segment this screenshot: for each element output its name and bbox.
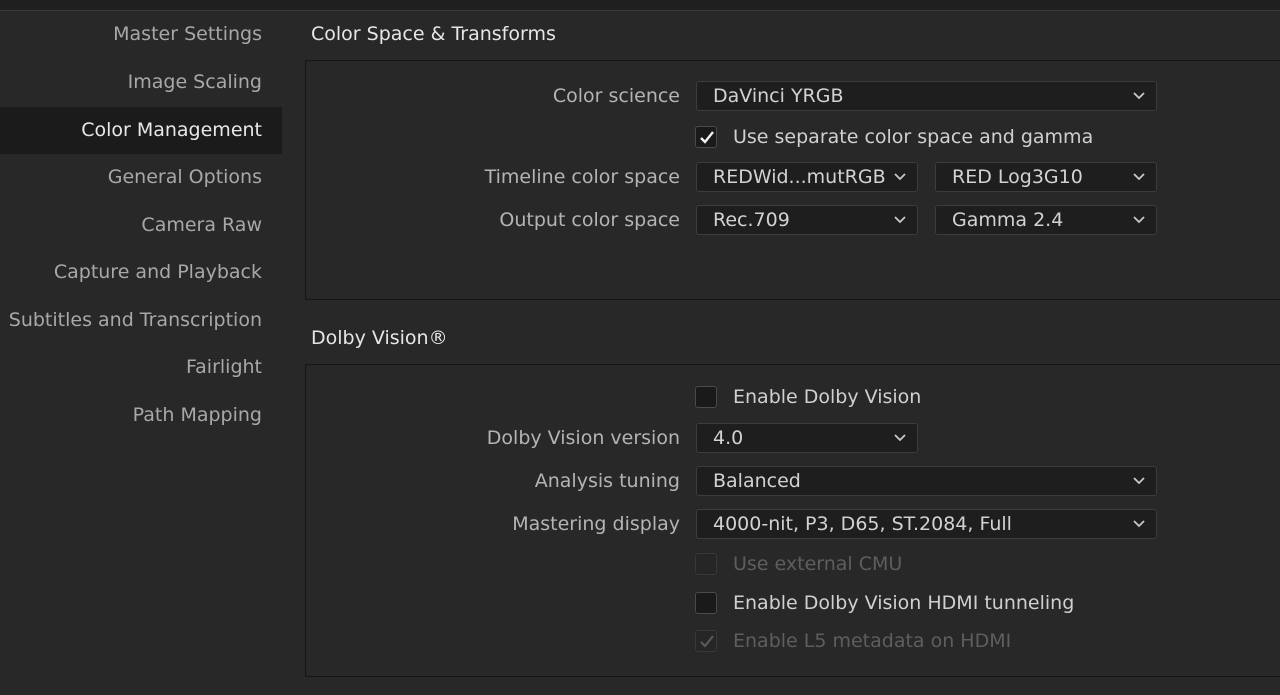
- color-science-label: Color science: [552, 85, 680, 107]
- output-color-space-dropdown[interactable]: Rec.709: [696, 205, 918, 235]
- separate-gamma-checkbox[interactable]: [695, 126, 717, 148]
- sidebar-item-general-options[interactable]: General Options: [0, 154, 282, 201]
- timeline-gamma-value: RED Log3G10: [952, 166, 1083, 188]
- chevron-down-icon: [1133, 520, 1145, 528]
- chevron-down-icon: [1133, 92, 1145, 100]
- output-color-space-label: Output color space: [499, 209, 680, 231]
- dolby-version-dropdown[interactable]: 4.0: [696, 423, 918, 453]
- sidebar-item-camera-raw[interactable]: Camera Raw: [0, 202, 282, 249]
- mastering-display-dropdown[interactable]: 4000-nit, P3, D65, ST.2084, Full: [696, 509, 1157, 539]
- dolby-version-value: 4.0: [713, 427, 744, 449]
- timeline-color-space-dropdown[interactable]: REDWid...mutRGB: [696, 162, 918, 192]
- chevron-down-icon: [894, 434, 906, 442]
- color-science-value: DaVinci YRGB: [713, 85, 844, 107]
- sidebar-item-color-management[interactable]: Color Management: [0, 107, 282, 154]
- section-title-dolby-vision: Dolby Vision®: [311, 327, 448, 349]
- output-gamma-value: Gamma 2.4: [952, 209, 1064, 231]
- chevron-down-icon: [1133, 216, 1145, 224]
- timeline-color-space-value: REDWid...mutRGB: [713, 166, 886, 188]
- enable-dolby-vision-checkbox[interactable]: [695, 386, 717, 408]
- l5-metadata-checkbox: [695, 630, 717, 652]
- color-science-dropdown[interactable]: DaVinci YRGB: [696, 81, 1157, 111]
- checkmark-icon: [700, 635, 714, 648]
- sidebar-item-path-mapping[interactable]: Path Mapping: [0, 392, 282, 439]
- sidebar-item-capture-and-playback[interactable]: Capture and Playback: [0, 249, 282, 296]
- checkmark-icon: [700, 131, 714, 144]
- l5-metadata-label: Enable L5 metadata on HDMI: [733, 630, 1012, 652]
- output-color-space-value: Rec.709: [713, 209, 790, 231]
- sidebar-item-master-settings[interactable]: Master Settings: [0, 11, 282, 58]
- chevron-down-icon: [1133, 173, 1145, 181]
- analysis-tuning-dropdown[interactable]: Balanced: [696, 466, 1157, 496]
- external-cmu-checkbox: [695, 553, 717, 575]
- analysis-tuning-label: Analysis tuning: [534, 470, 680, 492]
- sidebar-item-image-scaling[interactable]: Image Scaling: [0, 59, 282, 106]
- analysis-tuning-value: Balanced: [713, 470, 801, 492]
- dolby-version-label: Dolby Vision version: [486, 427, 680, 449]
- separate-gamma-label: Use separate color space and gamma: [733, 126, 1094, 148]
- sidebar: Master Settings Image Scaling Color Mana…: [0, 11, 282, 695]
- timeline-color-space-label: Timeline color space: [484, 166, 680, 188]
- sidebar-item-subtitles-and-transcription[interactable]: Subtitles and Transcription: [0, 297, 282, 344]
- chevron-down-icon: [894, 173, 906, 181]
- chevron-down-icon: [1133, 477, 1145, 485]
- timeline-gamma-dropdown[interactable]: RED Log3G10: [935, 162, 1157, 192]
- section-title-color-space: Color Space & Transforms: [311, 23, 556, 45]
- mastering-display-value: 4000-nit, P3, D65, ST.2084, Full: [713, 513, 1012, 535]
- external-cmu-label: Use external CMU: [733, 553, 903, 575]
- hdmi-tunneling-checkbox[interactable]: [695, 592, 717, 614]
- sidebar-item-fairlight[interactable]: Fairlight: [0, 344, 282, 391]
- chevron-down-icon: [894, 216, 906, 224]
- output-gamma-dropdown[interactable]: Gamma 2.4: [935, 205, 1157, 235]
- hdmi-tunneling-label: Enable Dolby Vision HDMI tunneling: [733, 592, 1075, 614]
- enable-dolby-vision-label: Enable Dolby Vision: [733, 386, 922, 408]
- mastering-display-label: Mastering display: [512, 513, 680, 535]
- top-bar: [0, 0, 1280, 11]
